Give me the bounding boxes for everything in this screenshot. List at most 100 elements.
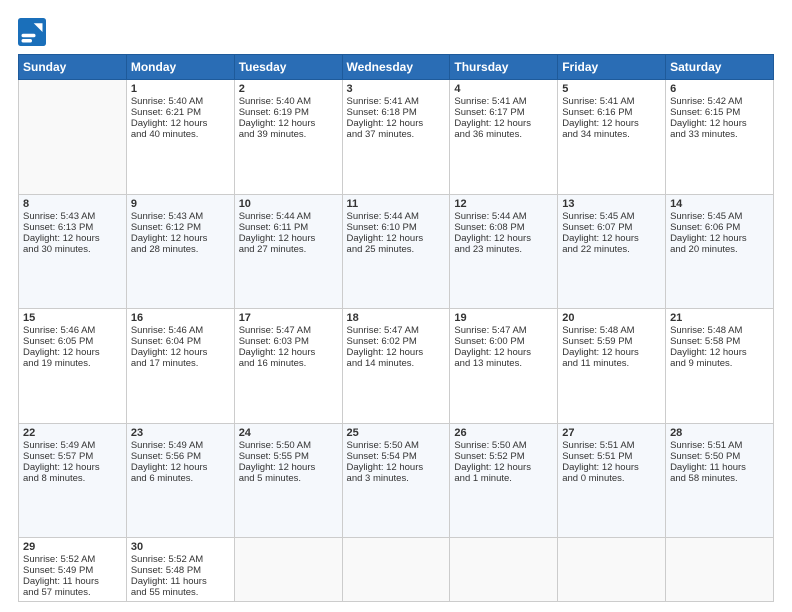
calendar-cell: 4Sunrise: 5:41 AMSunset: 6:17 PMDaylight… <box>450 80 558 195</box>
calendar-cell: 25Sunrise: 5:50 AMSunset: 5:54 PMDayligh… <box>342 423 450 538</box>
day-info-line: Sunrise: 5:47 AM <box>239 325 338 336</box>
day-number: 11 <box>347 198 446 210</box>
day-number: 4 <box>454 83 553 95</box>
calendar-cell: 8Sunrise: 5:43 AMSunset: 6:13 PMDaylight… <box>19 194 127 309</box>
day-number: 8 <box>23 198 122 210</box>
day-info-line: Sunset: 6:10 PM <box>347 222 446 233</box>
day-info-line: Sunrise: 5:46 AM <box>131 325 230 336</box>
day-info-line: Sunrise: 5:49 AM <box>131 440 230 451</box>
day-info-line: Daylight: 12 hours <box>131 118 230 129</box>
day-info-line: Sunset: 6:03 PM <box>239 336 338 347</box>
day-info-line: Daylight: 12 hours <box>347 462 446 473</box>
day-info-line: Sunset: 5:51 PM <box>562 451 661 462</box>
day-info-line: Sunrise: 5:45 AM <box>670 211 769 222</box>
day-info-line: Daylight: 12 hours <box>23 462 122 473</box>
day-info-line: and 11 minutes. <box>562 358 661 369</box>
day-number: 6 <box>670 83 769 95</box>
day-info-line: and 3 minutes. <box>347 473 446 484</box>
day-info-line: Sunset: 6:05 PM <box>23 336 122 347</box>
weekday-header: Thursday <box>450 55 558 80</box>
day-info-line: Sunset: 5:50 PM <box>670 451 769 462</box>
calendar-cell: 29Sunrise: 5:52 AMSunset: 5:49 PMDayligh… <box>19 538 127 602</box>
day-info-line: Daylight: 11 hours <box>670 462 769 473</box>
day-info-line: Sunrise: 5:46 AM <box>23 325 122 336</box>
day-info-line: Sunrise: 5:41 AM <box>562 96 661 107</box>
day-info-line: and 37 minutes. <box>347 129 446 140</box>
day-info-line: Daylight: 12 hours <box>562 118 661 129</box>
day-info-line: Sunrise: 5:47 AM <box>347 325 446 336</box>
day-info-line: Sunset: 5:49 PM <box>23 565 122 576</box>
calendar-cell: 27Sunrise: 5:51 AMSunset: 5:51 PMDayligh… <box>558 423 666 538</box>
calendar-cell: 10Sunrise: 5:44 AMSunset: 6:11 PMDayligh… <box>234 194 342 309</box>
calendar-cell: 1Sunrise: 5:40 AMSunset: 6:21 PMDaylight… <box>126 80 234 195</box>
calendar-cell <box>666 538 774 602</box>
calendar-table: SundayMondayTuesdayWednesdayThursdayFrid… <box>18 54 774 602</box>
calendar-cell: 11Sunrise: 5:44 AMSunset: 6:10 PMDayligh… <box>342 194 450 309</box>
calendar-cell: 22Sunrise: 5:49 AMSunset: 5:57 PMDayligh… <box>19 423 127 538</box>
day-info-line: and 40 minutes. <box>131 129 230 140</box>
calendar-cell: 20Sunrise: 5:48 AMSunset: 5:59 PMDayligh… <box>558 309 666 424</box>
day-info-line: Sunrise: 5:50 AM <box>347 440 446 451</box>
calendar-cell: 17Sunrise: 5:47 AMSunset: 6:03 PMDayligh… <box>234 309 342 424</box>
day-info-line: Sunrise: 5:40 AM <box>131 96 230 107</box>
day-info-line: Sunset: 5:57 PM <box>23 451 122 462</box>
day-info-line: and 23 minutes. <box>454 244 553 255</box>
day-info-line: Daylight: 12 hours <box>239 347 338 358</box>
weekday-header: Wednesday <box>342 55 450 80</box>
day-info-line: Daylight: 11 hours <box>131 576 230 587</box>
day-number: 10 <box>239 198 338 210</box>
day-info-line: and 0 minutes. <box>562 473 661 484</box>
day-info-line: and 55 minutes. <box>131 587 230 598</box>
day-info-line: and 17 minutes. <box>131 358 230 369</box>
day-info-line: and 27 minutes. <box>239 244 338 255</box>
calendar-cell: 16Sunrise: 5:46 AMSunset: 6:04 PMDayligh… <box>126 309 234 424</box>
day-info-line: and 20 minutes. <box>670 244 769 255</box>
day-info-line: Sunset: 6:06 PM <box>670 222 769 233</box>
day-info-line: Sunset: 6:18 PM <box>347 107 446 118</box>
day-info-line: Daylight: 12 hours <box>562 462 661 473</box>
day-info-line: Daylight: 12 hours <box>454 462 553 473</box>
day-info-line: and 22 minutes. <box>562 244 661 255</box>
day-info-line: Daylight: 12 hours <box>131 347 230 358</box>
day-number: 27 <box>562 427 661 439</box>
day-info-line: Daylight: 12 hours <box>670 233 769 244</box>
day-info-line: Sunrise: 5:50 AM <box>454 440 553 451</box>
day-info-line: Sunset: 5:56 PM <box>131 451 230 462</box>
calendar-cell: 24Sunrise: 5:50 AMSunset: 5:55 PMDayligh… <box>234 423 342 538</box>
day-info-line: Sunrise: 5:41 AM <box>454 96 553 107</box>
day-info-line: Daylight: 12 hours <box>562 347 661 358</box>
day-info-line: Sunrise: 5:52 AM <box>23 554 122 565</box>
day-info-line: Sunset: 6:04 PM <box>131 336 230 347</box>
calendar-cell <box>234 538 342 602</box>
day-info-line: and 36 minutes. <box>454 129 553 140</box>
day-info-line: Daylight: 12 hours <box>23 347 122 358</box>
day-info-line: Sunset: 5:58 PM <box>670 336 769 347</box>
day-info-line: Sunrise: 5:52 AM <box>131 554 230 565</box>
day-info-line: Daylight: 12 hours <box>347 347 446 358</box>
day-info-line: and 19 minutes. <box>23 358 122 369</box>
weekday-header: Sunday <box>19 55 127 80</box>
day-number: 17 <box>239 312 338 324</box>
day-info-line: Sunset: 6:08 PM <box>454 222 553 233</box>
day-info-line: Sunrise: 5:51 AM <box>670 440 769 451</box>
day-info-line: and 58 minutes. <box>670 473 769 484</box>
header <box>18 18 774 46</box>
day-info-line: Sunset: 6:00 PM <box>454 336 553 347</box>
day-info-line: Sunrise: 5:47 AM <box>454 325 553 336</box>
day-info-line: and 39 minutes. <box>239 129 338 140</box>
day-info-line: Sunset: 6:17 PM <box>454 107 553 118</box>
day-info-line: Sunrise: 5:40 AM <box>239 96 338 107</box>
day-number: 28 <box>670 427 769 439</box>
day-number: 2 <box>239 83 338 95</box>
day-number: 5 <box>562 83 661 95</box>
calendar-cell: 15Sunrise: 5:46 AMSunset: 6:05 PMDayligh… <box>19 309 127 424</box>
day-info-line: Daylight: 12 hours <box>131 233 230 244</box>
calendar-cell: 18Sunrise: 5:47 AMSunset: 6:02 PMDayligh… <box>342 309 450 424</box>
weekday-header: Friday <box>558 55 666 80</box>
calendar-cell: 28Sunrise: 5:51 AMSunset: 5:50 PMDayligh… <box>666 423 774 538</box>
weekday-header: Saturday <box>666 55 774 80</box>
day-info-line: Daylight: 11 hours <box>23 576 122 587</box>
day-info-line: Daylight: 12 hours <box>239 118 338 129</box>
day-number: 21 <box>670 312 769 324</box>
day-number: 20 <box>562 312 661 324</box>
